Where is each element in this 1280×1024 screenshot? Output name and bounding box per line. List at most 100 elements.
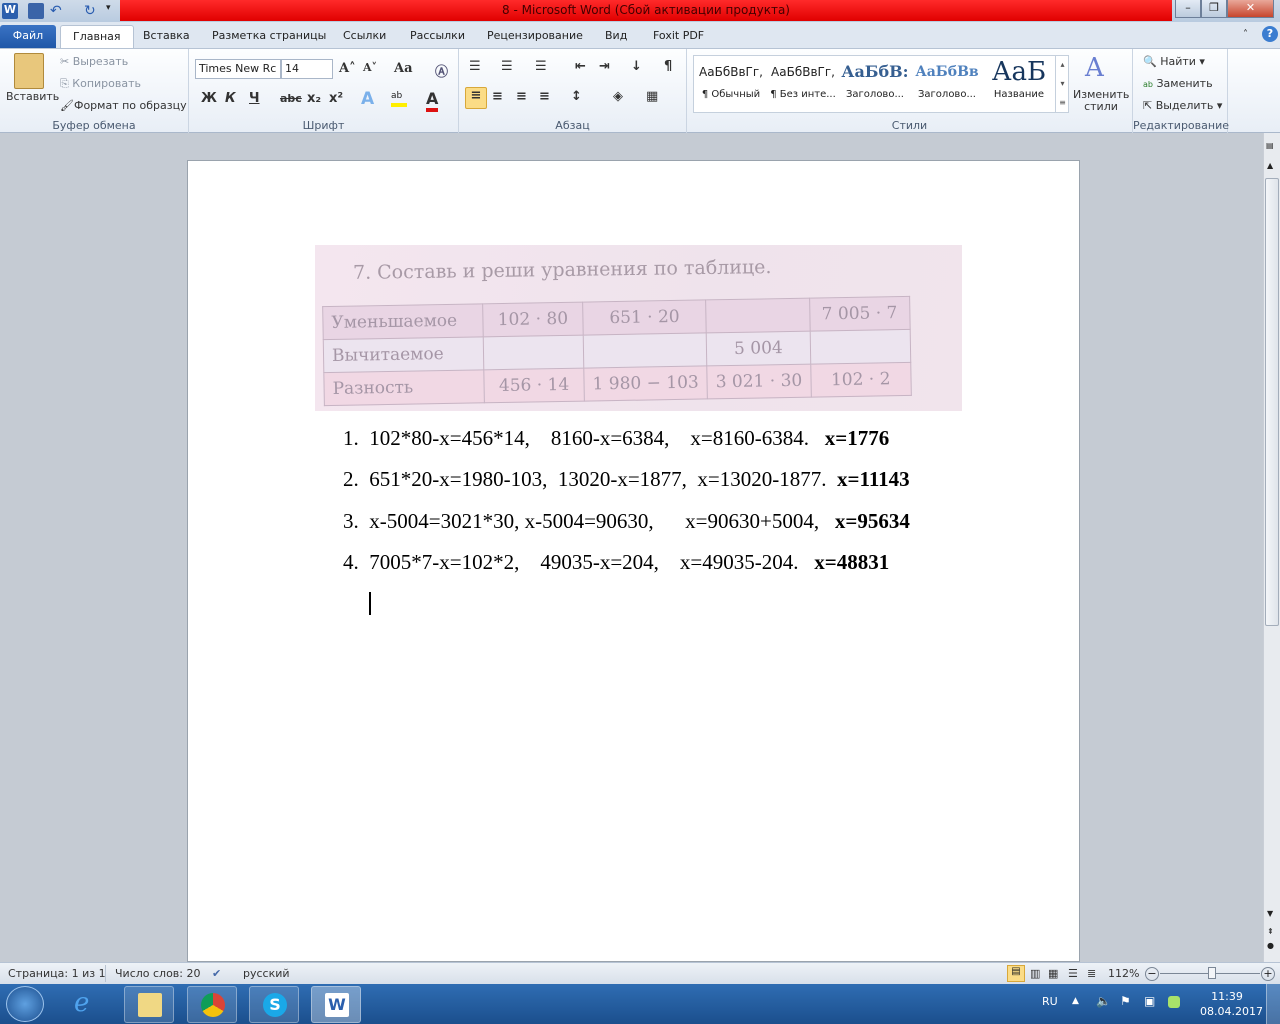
format-painter-button[interactable]: 🖌Формат по образцу	[60, 99, 187, 112]
minimize-button[interactable]: –	[1175, 0, 1201, 18]
tab-insert[interactable]: Вставка	[131, 25, 202, 48]
shrink-font-button[interactable]: A˅	[363, 61, 377, 74]
language[interactable]: русский	[243, 967, 290, 980]
clock-time: 11:39	[1211, 990, 1243, 1003]
scroll-down-icon[interactable]: ▼	[1267, 909, 1273, 918]
align-center-button[interactable]: ≡	[492, 89, 503, 104]
text-effects-icon[interactable]: A	[361, 89, 374, 109]
tab-references[interactable]: Ссылки	[331, 25, 398, 48]
style-heading-1[interactable]: АаБбВ: Заголово...	[839, 55, 911, 113]
numbering-icon[interactable]: ☰	[501, 59, 513, 74]
show-hidden-icons[interactable]: ▲	[1072, 996, 1079, 1006]
start-button[interactable]	[6, 986, 44, 1022]
draft-view-icon[interactable]: ≣	[1087, 967, 1096, 980]
close-button[interactable]: ✕	[1227, 0, 1274, 18]
style-heading-2[interactable]: АаБбВв Заголово...	[911, 55, 983, 113]
increase-indent-icon[interactable]: ⇥	[599, 59, 610, 74]
undo-icon[interactable]: ↶	[50, 3, 66, 19]
superscript-button[interactable]: x²	[329, 91, 343, 106]
borders-icon[interactable]: ▦	[646, 89, 658, 104]
network-icon[interactable]: ▣	[1144, 994, 1155, 1008]
taskbar-skype[interactable]: S	[249, 986, 299, 1023]
show-desktop-button[interactable]	[1266, 984, 1280, 1024]
redo-icon[interactable]: ↻	[84, 3, 100, 19]
outline-view-icon[interactable]: ☰	[1068, 967, 1078, 980]
tab-home[interactable]: Главная	[60, 25, 134, 48]
style-title[interactable]: АаБ Название	[983, 55, 1055, 113]
tab-review[interactable]: Рецензирование	[475, 25, 595, 48]
taskbar-explorer[interactable]	[124, 986, 174, 1023]
clear-formatting-icon[interactable]: Ⓐ	[435, 61, 448, 80]
strikethrough-button[interactable]: abc	[280, 92, 302, 105]
clock[interactable]: 11:39 08.04.2017	[1200, 989, 1263, 1019]
input-language[interactable]: RU	[1042, 995, 1058, 1008]
print-layout-view-icon[interactable]: ▤	[1007, 965, 1025, 982]
change-styles-button[interactable]: Изменить стили	[1073, 89, 1129, 113]
find-label: Найти	[1160, 55, 1196, 68]
tab-file[interactable]: Файл	[0, 25, 56, 48]
replace-button[interactable]: ab Заменить	[1143, 77, 1213, 90]
underline-button[interactable]: Ч	[249, 91, 260, 106]
decrease-indent-icon[interactable]: ⇤	[575, 59, 586, 74]
zoom-level[interactable]: 112%	[1108, 967, 1139, 980]
line-spacing-icon[interactable]: ↕	[571, 89, 582, 104]
zoom-slider-thumb[interactable]	[1207, 967, 1216, 979]
web-layout-icon[interactable]: ▦	[1048, 967, 1058, 980]
minimize-ribbon-icon[interactable]: ˄	[1243, 29, 1248, 40]
tray-app-icon[interactable]	[1168, 996, 1180, 1008]
page-count[interactable]: Страница: 1 из 1	[8, 967, 106, 980]
zoom-in-button[interactable]: +	[1261, 967, 1275, 981]
font-color-icon[interactable]: A	[426, 89, 439, 112]
highlight-icon[interactable]: ab	[391, 91, 407, 107]
ruler-toggle-icon[interactable]: ▤	[1266, 141, 1274, 150]
bullets-icon[interactable]: ☰	[469, 59, 481, 74]
font-size-select[interactable]: 14	[281, 59, 333, 79]
justify-button[interactable]: ≡	[539, 89, 550, 104]
word-app-icon[interactable]: W	[2, 3, 18, 19]
replace-label: Заменить	[1156, 77, 1213, 90]
sort-icon[interactable]: ↓	[631, 59, 642, 74]
answer-text: x=11143	[837, 467, 910, 491]
cut-button[interactable]: ✂ Вырезать	[60, 55, 128, 68]
internet-explorer-icon[interactable]: e	[74, 988, 89, 1018]
bold-button[interactable]: Ж	[201, 91, 217, 106]
photo-task-title: 7. Составь и реши уравнения по таблице.	[352, 256, 772, 284]
find-button[interactable]: 🔍 Найти ▾	[1143, 55, 1205, 68]
select-button[interactable]: ⇱ Выделить ▾	[1143, 99, 1222, 112]
taskbar-chrome[interactable]	[187, 986, 237, 1023]
restore-button[interactable]: ❐	[1201, 0, 1227, 18]
help-icon[interactable]: ?	[1262, 26, 1278, 42]
tab-page-layout[interactable]: Разметка страницы	[200, 25, 338, 48]
copy-button[interactable]: ⎘ Копировать	[60, 77, 141, 91]
subscript-button[interactable]: x₂	[307, 91, 321, 106]
tab-foxit-pdf[interactable]: Foxit PDF	[641, 25, 716, 48]
shading-icon[interactable]: ◈	[613, 89, 623, 104]
select-browse-object-icon[interactable]: ●	[1267, 941, 1274, 950]
font-name-select[interactable]: Times New Rc	[195, 59, 281, 79]
scroll-up-icon[interactable]: ▲	[1267, 161, 1273, 170]
proofing-icon[interactable]: ✔	[212, 967, 221, 980]
paste-button[interactable]: Вставить	[6, 90, 59, 103]
align-left-button[interactable]: ≡	[465, 87, 487, 109]
show-formatting-button[interactable]: ¶	[664, 59, 672, 74]
save-icon[interactable]	[28, 3, 44, 19]
multilevel-list-icon[interactable]: ☰	[535, 59, 547, 74]
volume-icon[interactable]: 🔈	[1096, 994, 1111, 1008]
previous-page-icon[interactable]: ⇞	[1267, 927, 1274, 936]
grow-font-button[interactable]: A˄	[339, 61, 356, 76]
format-painter-label: Формат по образцу	[73, 99, 187, 112]
action-center-icon[interactable]: ⚑	[1120, 994, 1131, 1008]
styles-scroll-buttons[interactable]: ▴ ▾ ≡	[1055, 55, 1069, 113]
tab-mailings[interactable]: Рассылки	[398, 25, 477, 48]
change-case-button[interactable]: Aa	[394, 61, 413, 76]
tab-view[interactable]: Вид	[593, 25, 639, 48]
scrollbar-thumb[interactable]	[1265, 178, 1279, 626]
word-count[interactable]: Число слов: 20	[115, 967, 201, 980]
zoom-out-button[interactable]: −	[1145, 967, 1159, 981]
italic-button[interactable]: К	[225, 91, 236, 106]
align-right-button[interactable]: ≡	[516, 89, 527, 104]
style-no-spacing[interactable]: АаБбВвГг, ¶ Без инте...	[767, 55, 839, 113]
taskbar-word[interactable]: W	[311, 986, 361, 1023]
full-screen-reading-icon[interactable]: ▥	[1030, 967, 1040, 980]
style-normal[interactable]: АаБбВвГг, ¶ Обычный	[695, 55, 767, 113]
